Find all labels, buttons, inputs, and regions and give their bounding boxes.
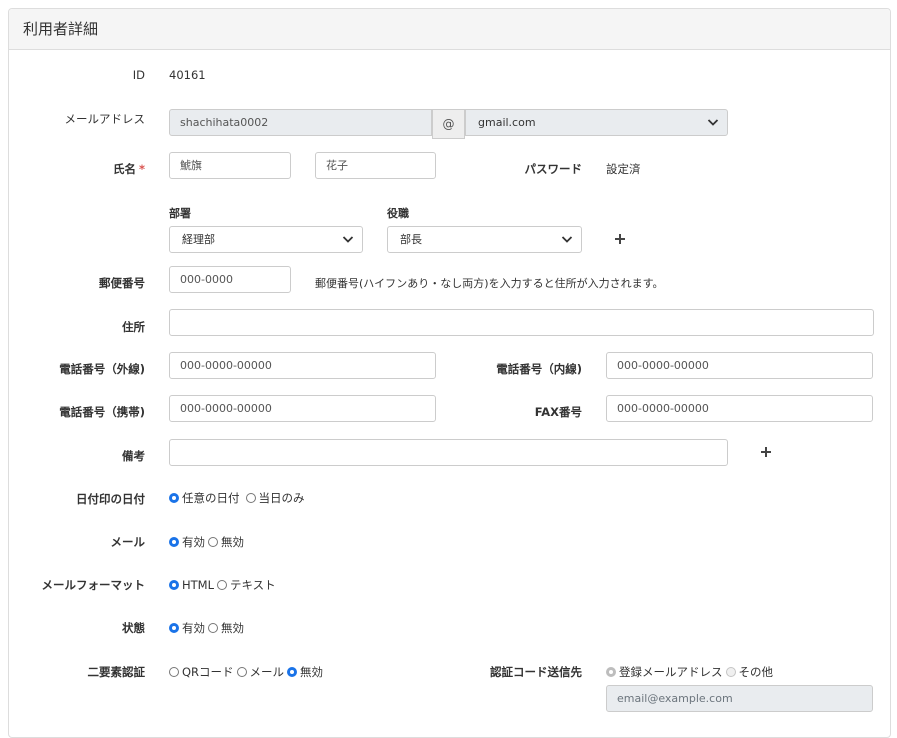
two-factor-radio-off[interactable]: [287, 667, 298, 677]
notes-input[interactable]: [169, 439, 728, 466]
notes-label: 備考: [122, 449, 145, 463]
email-domain-select[interactable]: gmail.com: [465, 109, 728, 136]
name-label-text: 氏名: [112, 162, 136, 176]
panel-title: 利用者詳細: [9, 9, 890, 50]
stamp-date-radio-any[interactable]: [169, 493, 179, 503]
auth-dest-email-input[interactable]: email@example.com: [606, 685, 873, 712]
status-radio-enabled[interactable]: [169, 623, 179, 633]
name-label: 氏名 *: [113, 161, 145, 177]
last-name-input[interactable]: 鯱旗: [169, 152, 291, 179]
email-at-addon: @: [432, 109, 465, 139]
stamp-date-option-today: 当日のみ: [258, 491, 305, 505]
required-mark: *: [138, 162, 145, 176]
two-factor-radio-qr[interactable]: [169, 667, 179, 677]
auth-dest-option-other: その他: [738, 665, 774, 679]
mail-options: 有効 無効: [169, 534, 247, 550]
position-select[interactable]: 部長: [387, 226, 582, 253]
mail-format-options: HTML テキスト: [169, 577, 279, 593]
status-radio-disabled[interactable]: [208, 623, 218, 633]
email-local-input[interactable]: shachihata0002: [169, 109, 432, 136]
phone-mobile-label: 電話番号（携帯): [59, 405, 145, 419]
phone-internal-input[interactable]: 000-0000-00000: [606, 352, 873, 379]
auth-dest-radio-other[interactable]: [725, 667, 736, 677]
email-label: メールアドレス: [64, 112, 146, 126]
department-select[interactable]: 経理部: [169, 226, 363, 253]
department-label: 部署: [169, 207, 191, 220]
mail-format-radio-text[interactable]: [217, 580, 228, 590]
department-value: 経理部: [182, 233, 215, 246]
auth-dest-option-registered: 登録メールアドレス: [619, 665, 723, 679]
mail-label: メール: [110, 535, 146, 549]
status-option-enabled: 有効: [182, 621, 205, 635]
phone-external-input[interactable]: 000-0000-00000: [169, 352, 436, 379]
password-label: パスワード: [524, 162, 583, 176]
postal-hint: 郵便番号(ハイフンあり・なし両方)を入力すると住所が入力されます。: [315, 277, 664, 290]
address-input[interactable]: [169, 309, 874, 336]
postal-input[interactable]: 000-0000: [169, 266, 291, 293]
status-option-disabled: 無効: [221, 621, 244, 635]
status-options: 有効 無効: [169, 620, 247, 636]
auth-dest-label: 認証コード送信先: [490, 665, 582, 679]
position-label: 役職: [387, 207, 409, 220]
stamp-date-label: 日付印の日付: [76, 492, 145, 506]
mail-radio-disabled[interactable]: [208, 537, 218, 547]
phone-external-label: 電話番号（外線): [59, 362, 145, 376]
stamp-date-option-any: 任意の日付: [182, 491, 240, 505]
stamp-date-options: 任意の日付 当日のみ: [169, 490, 308, 506]
two-factor-option-qr: QRコード: [182, 665, 234, 679]
id-label: ID: [132, 68, 145, 82]
mail-option-disabled: 無効: [221, 535, 244, 549]
two-factor-option-off: 無効: [300, 665, 324, 679]
address-label: 住所: [122, 320, 145, 334]
password-value: 設定済: [606, 162, 641, 176]
phone-internal-label: 電話番号（内線): [496, 362, 582, 376]
mail-format-option-html: HTML: [182, 578, 215, 592]
add-department-button[interactable]: [614, 233, 626, 245]
two-factor-options: QRコード メール 無効: [169, 664, 326, 680]
phone-mobile-input[interactable]: 000-0000-00000: [169, 395, 436, 422]
postal-label: 郵便番号: [99, 276, 145, 290]
mail-radio-enabled[interactable]: [169, 537, 179, 547]
auth-dest-radio-registered[interactable]: [606, 667, 616, 677]
email-domain-value: gmail.com: [478, 116, 536, 129]
two-factor-label: 二要素認証: [87, 665, 146, 679]
mail-format-radio-html[interactable]: [169, 580, 179, 590]
chevron-down-icon: [561, 236, 573, 243]
stamp-date-radio-today[interactable]: [245, 493, 256, 503]
two-factor-option-mail: メール: [249, 665, 285, 679]
first-name-input[interactable]: 花子: [315, 152, 436, 179]
chevron-down-icon: [342, 236, 354, 243]
chevron-down-icon: [707, 119, 719, 126]
id-value: 40161: [169, 68, 206, 82]
add-notes-button[interactable]: [760, 446, 772, 458]
auth-dest-options: 登録メールアドレス その他: [606, 664, 776, 680]
fax-label: FAX番号: [534, 405, 582, 419]
status-label: 状態: [122, 621, 145, 635]
mail-format-option-text: テキスト: [230, 578, 276, 592]
mail-format-label: メールフォーマット: [41, 578, 146, 592]
two-factor-radio-mail[interactable]: [236, 667, 247, 677]
mail-option-enabled: 有効: [182, 535, 205, 549]
fax-input[interactable]: 000-0000-00000: [606, 395, 873, 422]
position-value: 部長: [400, 233, 422, 246]
